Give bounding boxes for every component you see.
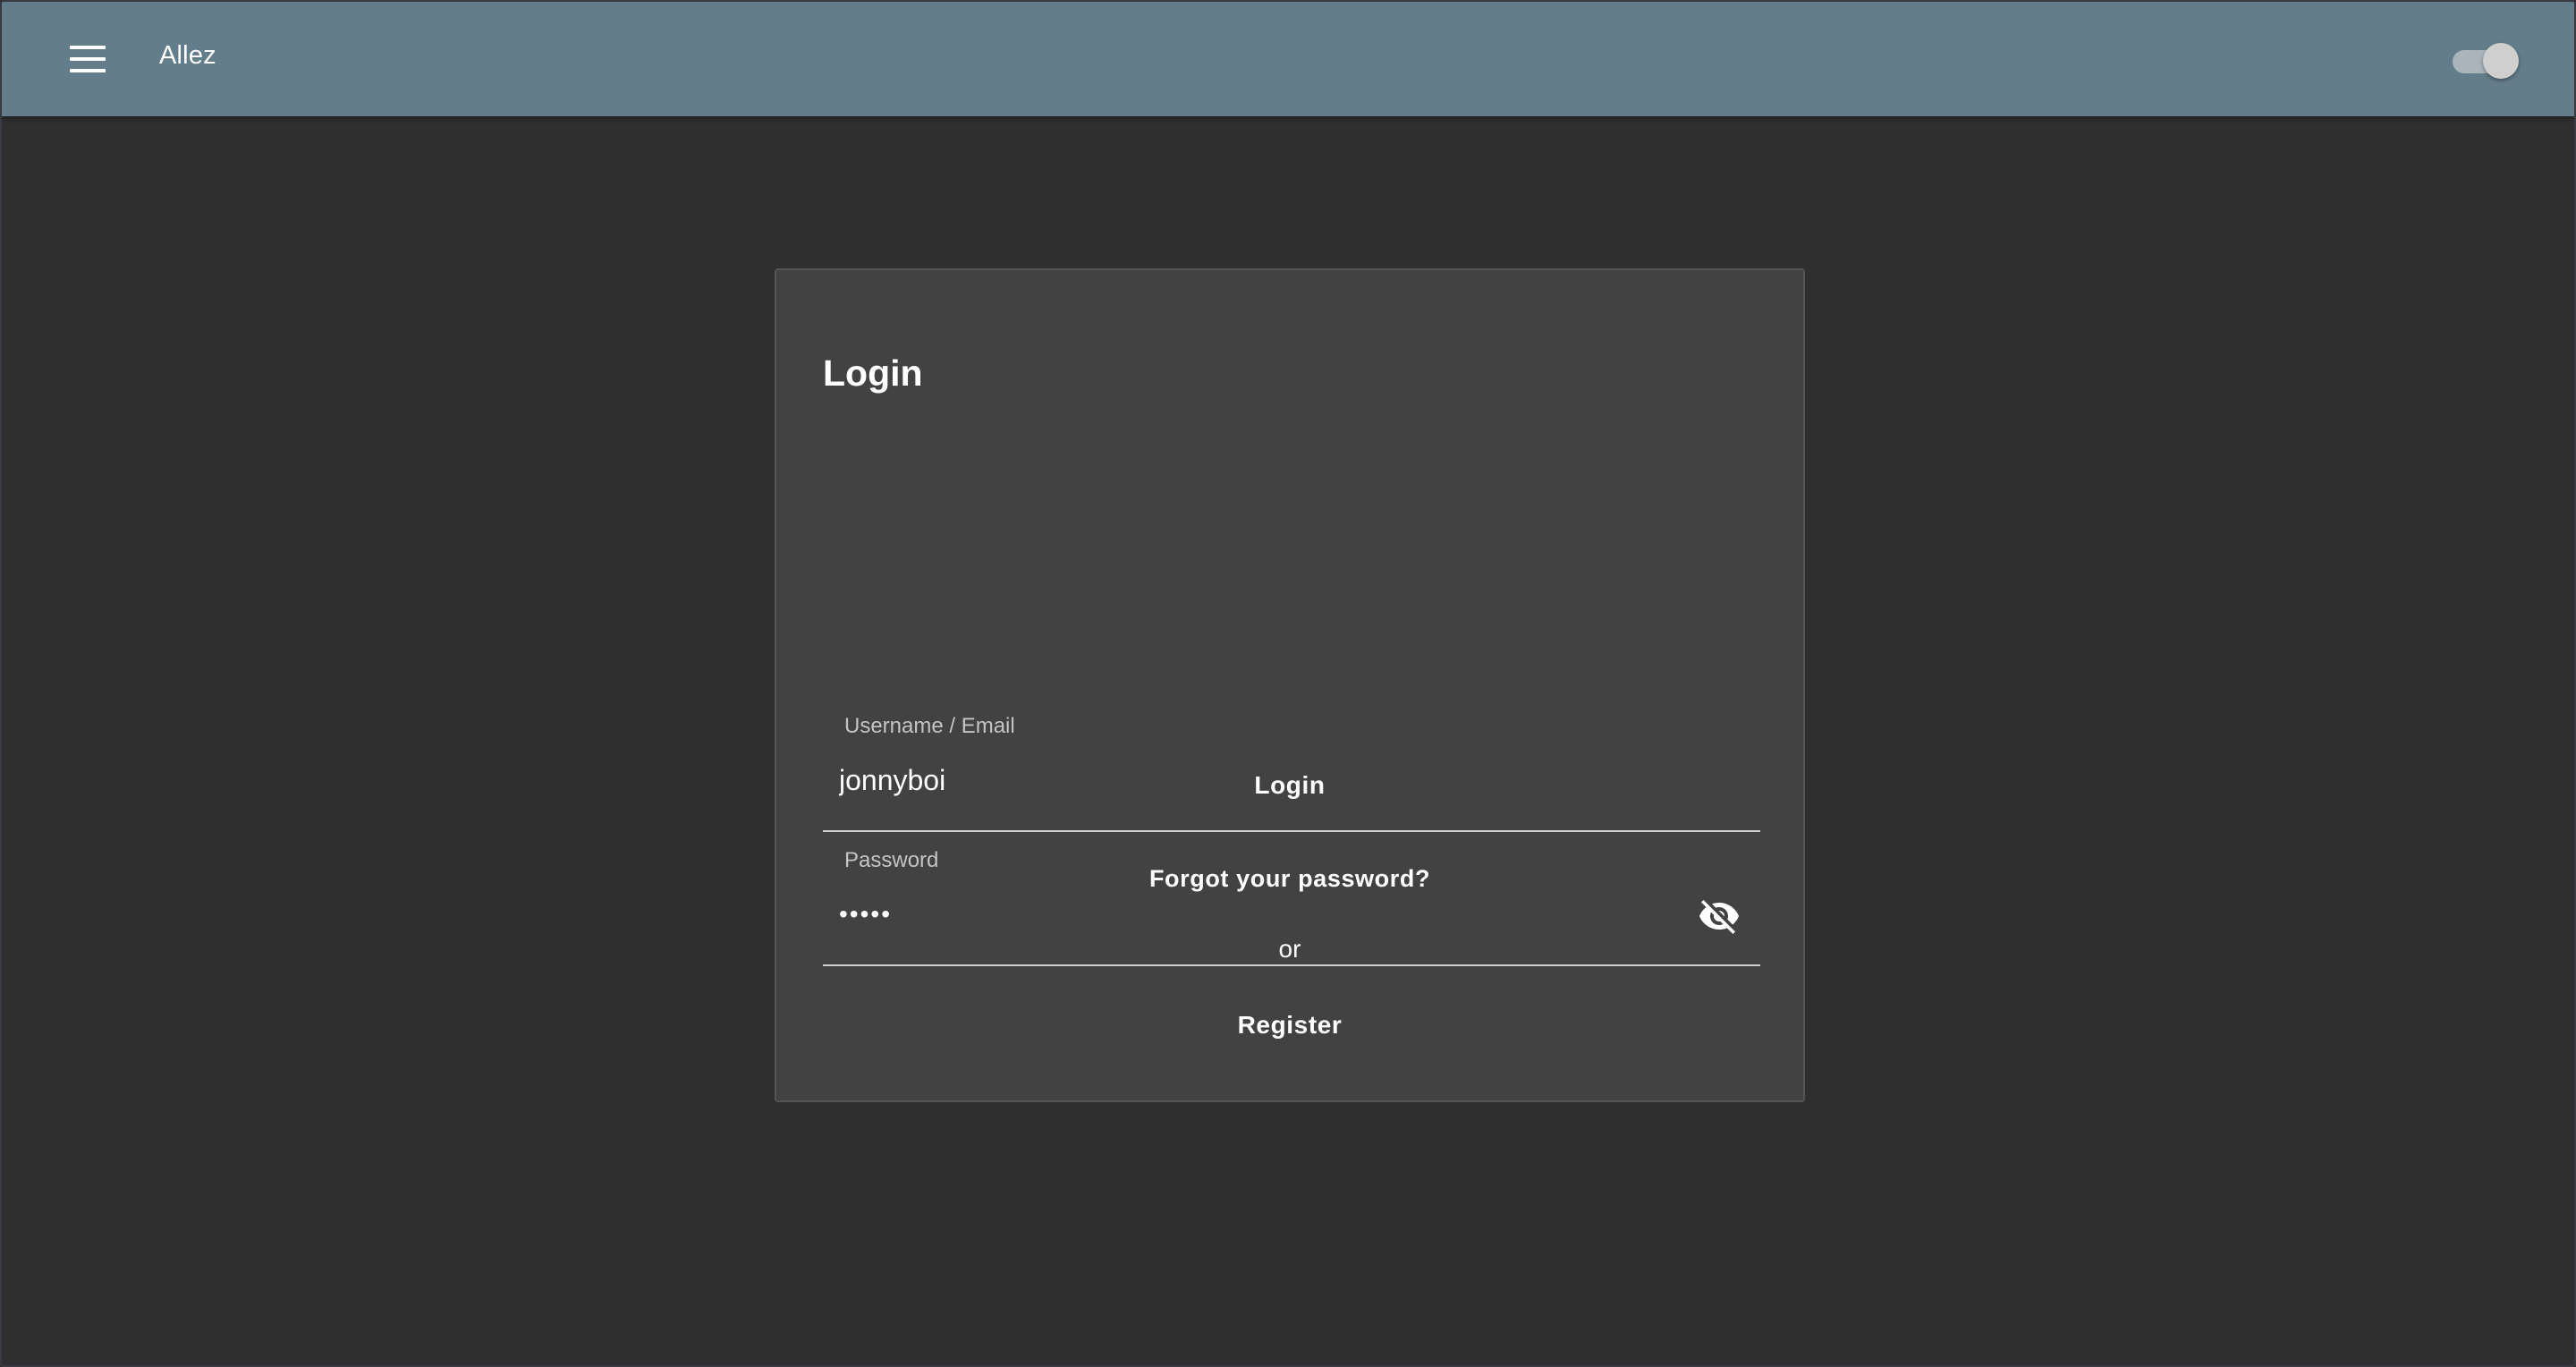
- app-title: Allez: [159, 41, 216, 70]
- password-input[interactable]: [839, 895, 1644, 934]
- login-title: Login: [823, 352, 923, 394]
- visibility-off-icon: [1699, 900, 1739, 934]
- username-label: Username / Email: [844, 714, 1015, 738]
- forgot-password-link[interactable]: Forgot your password?: [776, 865, 1803, 893]
- app-bar: Allez: [2, 2, 2574, 116]
- password-visibility-toggle[interactable]: [1696, 893, 1742, 939]
- toggle-thumb: [2483, 43, 2519, 79]
- app-window: Allez Login Username / Email Password: [0, 0, 2576, 1367]
- menu-button[interactable]: [55, 30, 120, 88]
- login-button[interactable]: Login: [776, 771, 1803, 800]
- username-field[interactable]: Username / Email: [823, 698, 1760, 832]
- login-card: Login Username / Email Password Login Fo…: [775, 268, 1805, 1102]
- menu-icon: [70, 46, 106, 72]
- theme-toggle[interactable]: [2451, 41, 2519, 79]
- or-separator: or: [1278, 935, 1301, 963]
- register-button[interactable]: Register: [776, 1011, 1803, 1040]
